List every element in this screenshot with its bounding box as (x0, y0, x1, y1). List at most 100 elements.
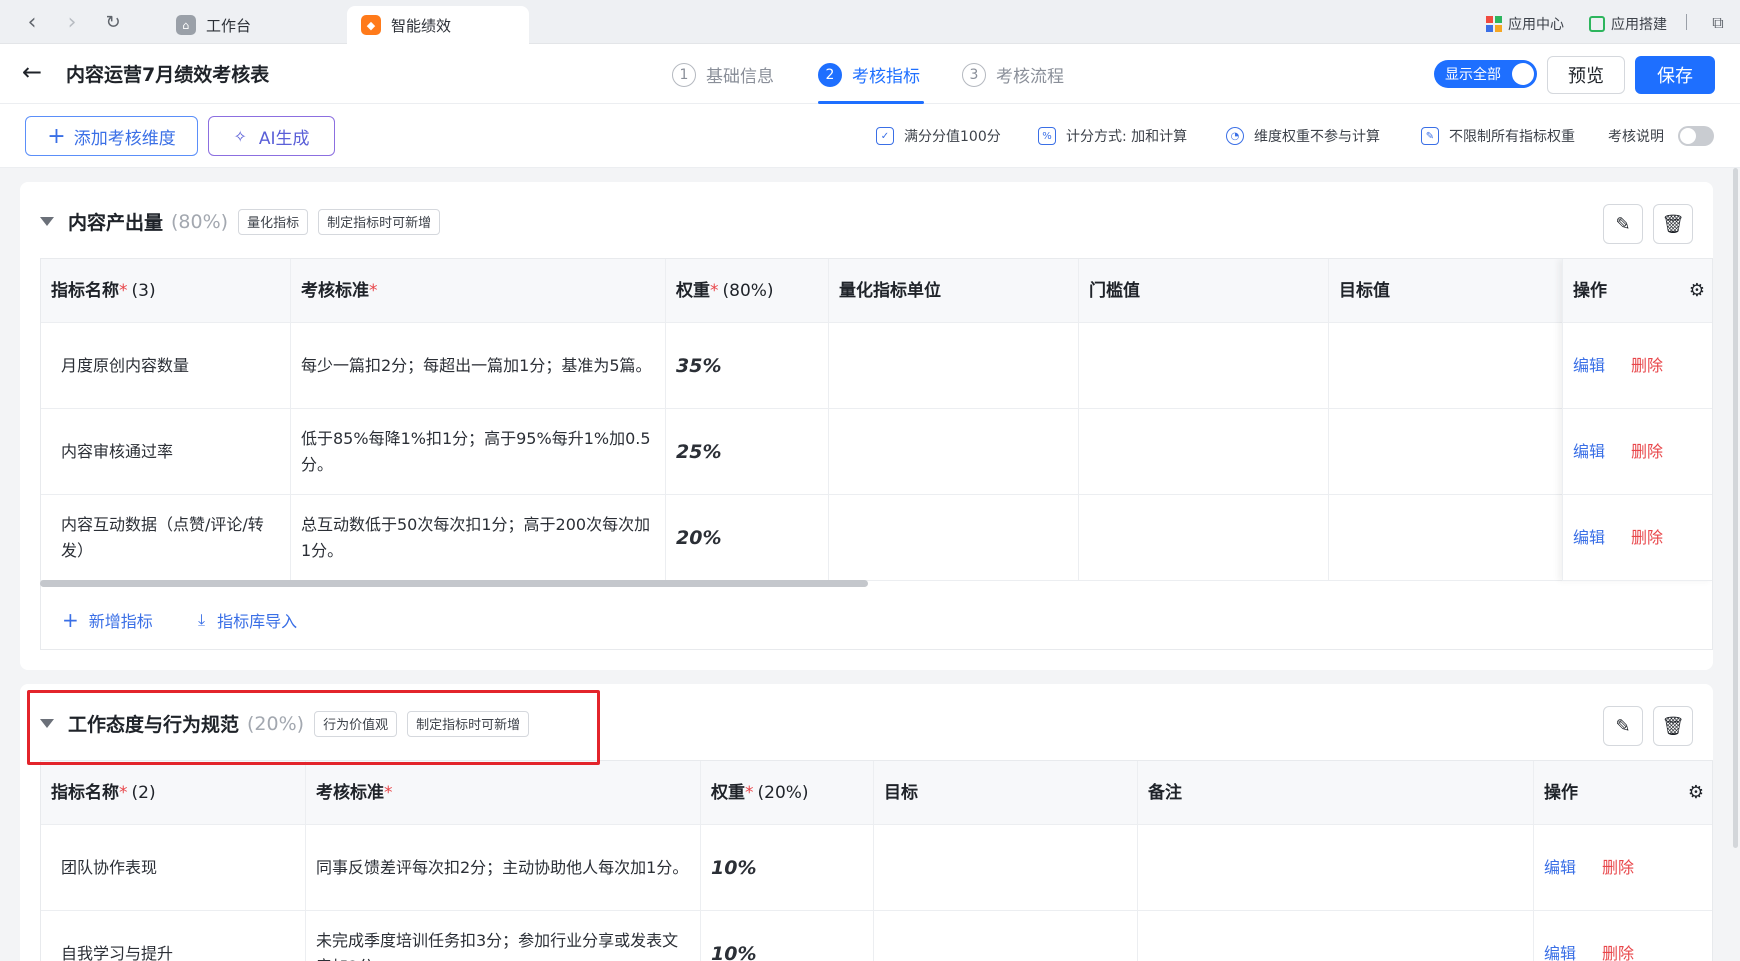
edit-link[interactable]: 编辑 (1544, 941, 1576, 961)
delete-link[interactable]: 删除 (1602, 855, 1634, 881)
step-number: 2 (818, 62, 842, 87)
tag-addable: 制定指标时可新增 (318, 208, 441, 235)
edit-section-button[interactable]: ✎ (1603, 706, 1643, 746)
forward-arrow-icon[interactable]: › (60, 12, 84, 36)
delete-section-button[interactable]: 🗑 (1653, 706, 1693, 746)
tab-label: 智能绩效 (391, 16, 452, 35)
step-label: 基础信息 (706, 67, 774, 87)
indicator-table: 指标名称 * (3) 考核标准 * 权重 * (80%) 量化指标单位 门槛值 目标值 月… (40, 258, 1713, 650)
cell-weight: 20% (666, 495, 829, 581)
header-text: 指标名称 (51, 782, 119, 803)
table-row: 内容审核通过率 低于85%每降1%扣1分；高于95%每升1%加0.5分。 25% (41, 409, 1579, 495)
cell-standard: 低于85%每降1%扣1分；高于95%每升1%加0.5分。 (291, 409, 666, 495)
ops-cell: 编辑 删除 (1534, 825, 1712, 911)
settings-gear-icon[interactable]: ⚙ (1688, 780, 1704, 806)
option-full-score[interactable]: ✓ 满分分值100分 (876, 126, 1001, 146)
horizontal-scrollbar[interactable] (40, 580, 868, 587)
option-label: 满分分值100分 (904, 129, 1001, 145)
cell-name: 团队协作表现 (41, 825, 306, 911)
refresh-icon[interactable]: ↻ (101, 12, 125, 36)
back-icon[interactable]: ← (22, 58, 42, 86)
table-row: 月度原创内容数量 每少一篇扣2分；每超出一篇加1分；基准为5篇。 35% (41, 323, 1579, 409)
show-all-toggle[interactable]: 显示全部 (1434, 60, 1537, 88)
cell-unit (829, 409, 1079, 495)
app-center-link[interactable]: 应用中心 (1486, 14, 1564, 34)
delete-link[interactable]: 删除 (1602, 941, 1634, 961)
cell-standard: 同事反馈差评每次扣2分；主动协助他人每次加1分。 (306, 825, 701, 911)
cell-weight: 35% (666, 323, 829, 409)
header-text: 操作 (1544, 782, 1578, 803)
assessment-notes-switch[interactable] (1678, 126, 1714, 146)
browser-bar: ‹ › ↻ ⌂ 工作台 ◆ 智能绩效 应用中心 应用搭建 ⧉ (0, 0, 1740, 44)
ops-row: 编辑 删除 (1563, 323, 1712, 409)
option-label: 计分方式: 加和计算 (1066, 129, 1188, 145)
col-standard: 考核标准 * (306, 761, 701, 825)
edit-link[interactable]: 编辑 (1573, 525, 1605, 551)
import-library-button[interactable]: ⤓ 指标库导入 (198, 608, 297, 632)
delete-link[interactable]: 删除 (1631, 439, 1663, 465)
cell-standard: 总互动数低于50次每次扣1分；高于200次每次加1分。 (291, 495, 666, 581)
delete-section-button[interactable]: 🗑 (1653, 204, 1693, 244)
browser-tab-smart-performance[interactable]: ◆ 智能绩效 (347, 6, 529, 44)
option-label: 考核说明 (1608, 129, 1664, 145)
indicator-table: 指标名称 * (2) 考核标准 * 权重 * (20%) 目标 备注 操作 ⚙ 团队协作表… (40, 760, 1713, 961)
trash-icon: 🗑 (1661, 213, 1685, 235)
edit-link[interactable]: 编辑 (1573, 439, 1605, 465)
edit-link[interactable]: 编辑 (1544, 855, 1576, 881)
cell-threshold (1079, 495, 1329, 581)
open-external-icon[interactable]: ⧉ (1706, 12, 1730, 36)
score-icon: ✓ (876, 127, 894, 145)
option-label: 不限制所有指标权重 (1449, 129, 1575, 145)
percent-icon: % (1038, 127, 1056, 145)
header-count: (2) (131, 782, 156, 803)
delete-link[interactable]: 删除 (1631, 525, 1663, 551)
ai-generate-button[interactable]: ✧ AI生成 (208, 116, 335, 156)
header-count: (3) (131, 280, 156, 301)
cell-unit (829, 323, 1079, 409)
app-builder-link[interactable]: 应用搭建 (1589, 14, 1667, 34)
option-unlimited-weight[interactable]: ✎ 不限制所有指标权重 (1421, 126, 1575, 146)
cell-weight: 10% (701, 825, 874, 911)
col-standard: 考核标准 * (291, 259, 666, 323)
trash-icon: 🗑 (1661, 715, 1685, 737)
settings-gear-icon[interactable]: ⚙ (1689, 278, 1705, 304)
save-button[interactable]: 保存 (1635, 56, 1715, 94)
option-scoring-method[interactable]: % 计分方式: 加和计算 (1038, 126, 1187, 146)
app-center-label: 应用中心 (1508, 17, 1564, 33)
collapse-caret-icon[interactable] (40, 217, 54, 226)
add-dimension-button[interactable]: + 添加考核维度 (25, 116, 198, 156)
option-assessment-notes: 考核说明 (1608, 126, 1664, 146)
header-text: 考核标准 (316, 782, 384, 803)
delete-link[interactable]: 删除 (1631, 353, 1663, 379)
preview-button[interactable]: 预览 (1547, 56, 1625, 94)
toggle-knob (1512, 63, 1534, 85)
cell-target (1329, 323, 1579, 409)
header-text: 操作 (1573, 280, 1607, 301)
cell-name: 内容审核通过率 (41, 409, 291, 495)
add-indicator-button[interactable]: + 新增指标 (62, 608, 153, 632)
step-basic-info[interactable]: 1 基础信息 (672, 62, 774, 87)
add-dimension-label: 添加考核维度 (73, 128, 176, 149)
toolbar: + 添加考核维度 ✧ AI生成 ✓ 满分分值100分 % 计分方式: 加和计算 … (0, 104, 1740, 168)
cell-unit (829, 495, 1079, 581)
header-total: (20%) (757, 782, 809, 803)
section-title: 内容产出量 (68, 212, 164, 234)
step-indicators[interactable]: 2 考核指标 (818, 62, 920, 87)
step-number: 3 (962, 62, 986, 87)
option-label: 维度权重不参与计算 (1254, 129, 1380, 145)
col-weight: 权重 * (80%) (666, 259, 829, 323)
plus-icon: + (47, 123, 66, 149)
browser-tab-workbench[interactable]: ⌂ 工作台 (162, 6, 265, 44)
option-dimension-weight[interactable]: ◔ 维度权重不参与计算 (1226, 126, 1380, 146)
download-icon: ⤓ (198, 610, 206, 629)
edit-link[interactable]: 编辑 (1573, 353, 1605, 379)
back-arrow-icon[interactable]: ‹ (20, 12, 44, 36)
step-process[interactable]: 3 考核流程 (962, 62, 1064, 87)
app-grid-icon (1486, 16, 1502, 32)
edit-section-button[interactable]: ✎ (1603, 204, 1643, 244)
col-weight: 权重 * (20%) (701, 761, 874, 825)
vertical-scrollbar[interactable] (1733, 168, 1738, 848)
cell-standard: 每少一篇扣2分；每超出一篇加1分；基准为5篇。 (291, 323, 666, 409)
ops-cell: 编辑 删除 (1563, 495, 1712, 581)
pie-chart-icon: ◔ (1226, 127, 1244, 145)
